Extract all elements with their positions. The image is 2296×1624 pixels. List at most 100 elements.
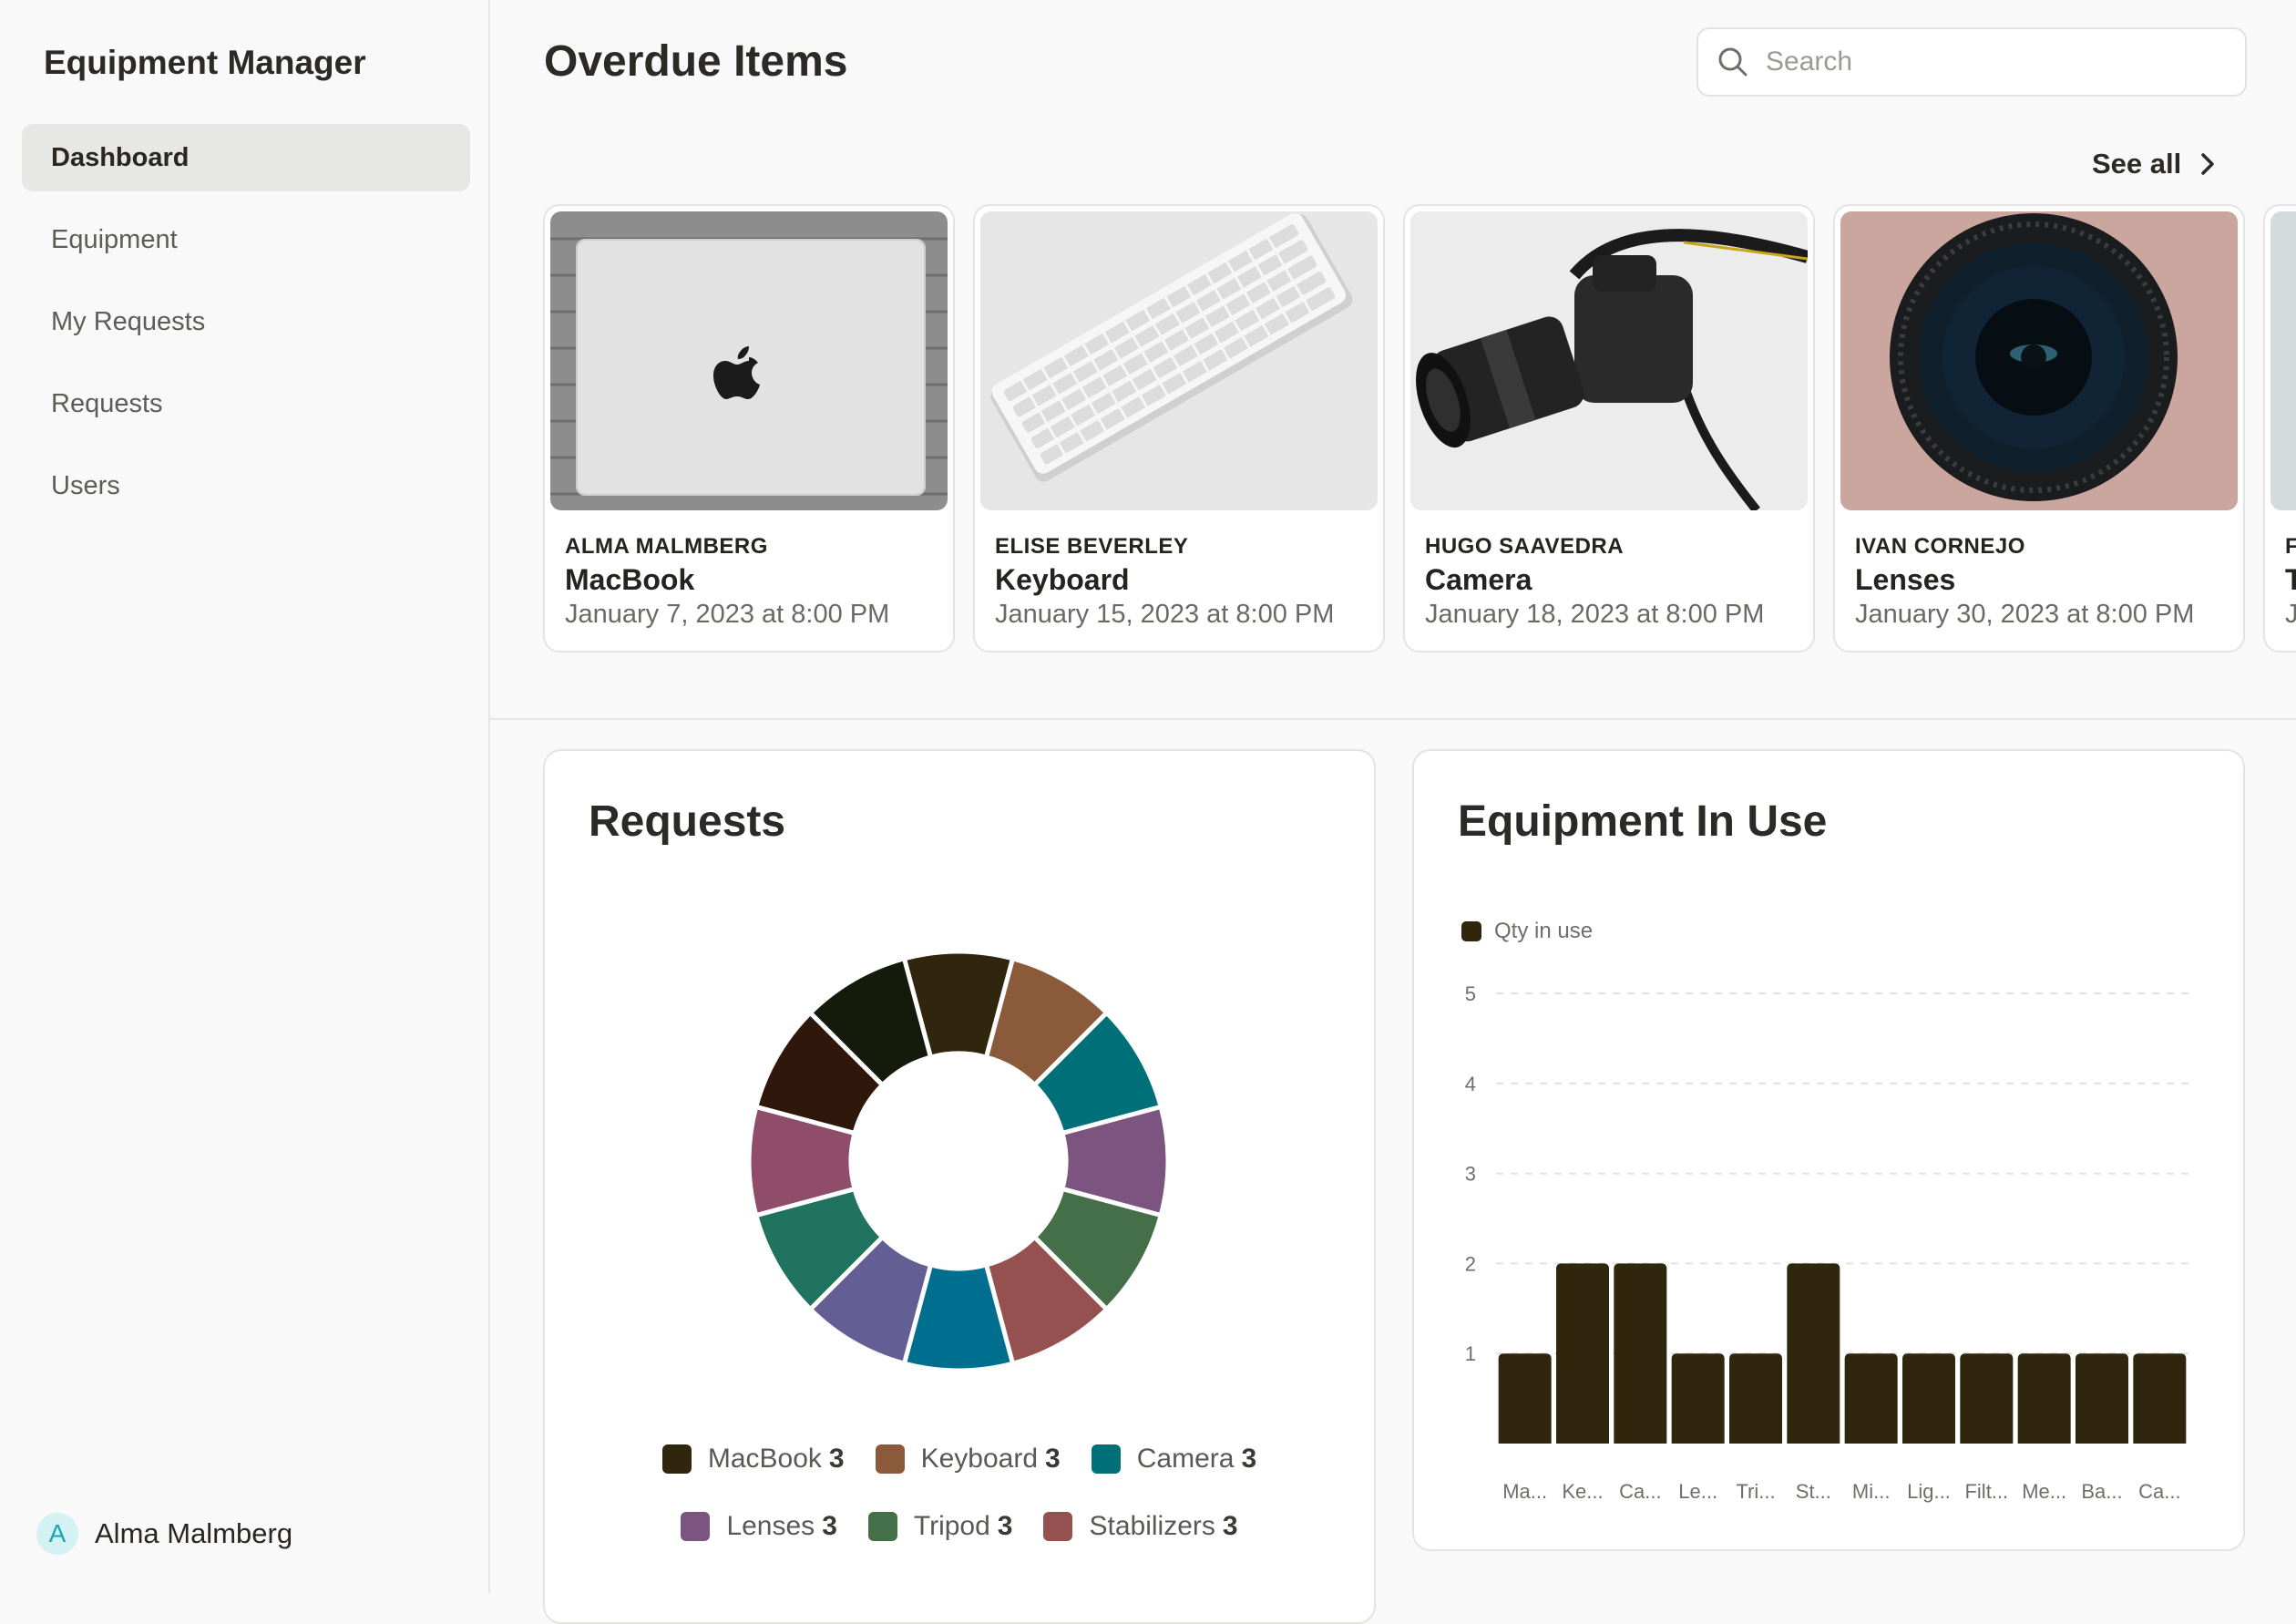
donut-legend-row-1: MacBook 3 Keyboard 3 Camera 3 [545, 1444, 1374, 1475]
app-title: Equipment Manager [44, 44, 366, 81]
y-tick-label: 3 [1465, 1163, 1476, 1186]
bar-10[interactable] [2076, 1353, 2128, 1444]
legend-swatch [867, 1512, 897, 1541]
legend-item-camera[interactable]: Camera 3 [1091, 1444, 1257, 1475]
card-item-name: Lenses [1855, 563, 1956, 596]
legend-item-tripod[interactable]: Tripod 3 [867, 1511, 1013, 1542]
overdue-card-partial[interactable]: F T J [2263, 204, 2296, 653]
see-all-link[interactable]: See all [2092, 144, 2216, 184]
page-title: Overdue Items [544, 37, 848, 86]
chevron-right-icon [2201, 153, 2214, 175]
card-item-name: MacBook [565, 563, 695, 596]
legend-label: Tripod [913, 1511, 990, 1541]
lenses-image [1840, 211, 2238, 510]
equipment-in-use-panel: Equipment In Use Qty in use 1 2 3 4 5 Ma... Ke… [1412, 749, 2245, 1551]
legend-label: Camera [1136, 1444, 1235, 1474]
legend-label: MacBook [707, 1444, 822, 1474]
overdue-card-keyboard[interactable]: ELISE BEVERLEY Keyboard January 15, 2023… [973, 204, 1385, 653]
sidebar-item-equipment[interactable]: Equipment [22, 206, 470, 273]
sidebar-item-my-requests[interactable]: My Requests [22, 288, 470, 355]
card-owner: F [2285, 534, 2296, 560]
legend-count: 3 [997, 1511, 1013, 1541]
x-tick-label: Ke... [1562, 1480, 1603, 1503]
x-tick-label: Tri... [1736, 1480, 1775, 1503]
x-tick-label: St... [1796, 1480, 1831, 1503]
overdue-card-lenses[interactable]: IVAN CORNEJO Lenses January 30, 2023 at … [1833, 204, 2245, 653]
overdue-items-carousel[interactable]: ALMA MALMBERG MacBook January 7, 2023 at… [543, 204, 2296, 654]
legend-count: 3 [1222, 1511, 1238, 1541]
card-due-date: January 30, 2023 at 8:00 PM [1855, 600, 2195, 629]
bar-0[interactable] [1498, 1353, 1552, 1444]
legend-item-macbook[interactable]: MacBook 3 [661, 1444, 845, 1475]
bar-11[interactable] [2133, 1353, 2187, 1444]
bar-3[interactable] [1671, 1353, 1725, 1444]
card-owner: HUGO SAAVEDRA [1425, 534, 1625, 559]
x-tick-label: Ca... [2138, 1480, 2180, 1503]
legend-count: 3 [1045, 1444, 1061, 1474]
bar-8[interactable] [1960, 1353, 2014, 1444]
x-tick-label: Ma... [1502, 1480, 1547, 1503]
y-tick-label: 5 [1465, 982, 1476, 1005]
bar-7[interactable] [1902, 1353, 1955, 1444]
user-profile[interactable]: A Alma Malmberg [36, 1513, 292, 1555]
section-divider [490, 718, 2296, 720]
search-input[interactable] [1764, 46, 2223, 78]
requests-donut-chart [746, 949, 1171, 1373]
card-owner: IVAN CORNEJO [1855, 534, 2025, 559]
bar-4[interactable] [1729, 1353, 1782, 1444]
requests-panel: Requests MacBook 3 Keyboard 3 Camera 3 L… [543, 749, 1376, 1624]
x-tick-label: Ca... [1619, 1480, 1661, 1503]
x-tick-label: Filt... [1964, 1480, 2008, 1503]
x-tick-label: Le... [1678, 1480, 1717, 1503]
y-tick-label: 2 [1465, 1252, 1476, 1275]
keyboard-image [980, 211, 1378, 510]
see-all-label: See all [2092, 148, 2182, 180]
legend-label: Stabilizers [1089, 1511, 1215, 1541]
card-due-date: January 7, 2023 at 8:00 PM [565, 600, 890, 629]
search-icon [1718, 47, 1748, 77]
legend-label: Lenses [726, 1511, 815, 1541]
card-owner: ALMA MALMBERG [565, 534, 768, 559]
x-tick-label: Mi... [1852, 1480, 1891, 1503]
legend-swatch [1091, 1444, 1121, 1474]
x-tick-label: Me... [2022, 1480, 2066, 1503]
y-tick-label: 4 [1465, 1073, 1476, 1095]
legend-label: Keyboard [920, 1444, 1039, 1474]
equipment-bar-chart: 1 2 3 4 5 Ma... Ke... Ca... Le... Tri... St... Mi..… [1465, 982, 2188, 1503]
donut-legend-row-2: Lenses 3 Tripod 3 Stabilizers 3 [545, 1511, 1374, 1542]
user-name: Alma Malmberg [95, 1517, 293, 1549]
camera-image [1410, 211, 1808, 510]
legend-item-keyboard[interactable]: Keyboard 3 [875, 1444, 1061, 1475]
legend-item-stabilizers[interactable]: Stabilizers 3 [1043, 1511, 1238, 1542]
bar-5[interactable] [1787, 1263, 1840, 1444]
card-item-name: Keyboard [995, 563, 1130, 596]
overdue-card-camera[interactable]: HUGO SAAVEDRA Camera January 18, 2023 at… [1403, 204, 1815, 653]
x-tick-label: Lig... [1907, 1480, 1951, 1503]
sidebar-item-requests[interactable]: Requests [22, 370, 470, 437]
sidebar-item-users[interactable]: Users [22, 452, 470, 519]
bar-2[interactable] [1614, 1263, 1667, 1444]
legend-count: 3 [828, 1444, 845, 1474]
card-due-date: January 15, 2023 at 8:00 PM [995, 600, 1335, 629]
legend-item-lenses[interactable]: Lenses 3 [681, 1511, 837, 1542]
overdue-card-macbook[interactable]: ALMA MALMBERG MacBook January 7, 2023 at… [543, 204, 955, 653]
legend-count: 3 [1241, 1444, 1257, 1474]
bar-1[interactable] [1556, 1263, 1609, 1444]
bar-9[interactable] [2017, 1353, 2071, 1444]
card-due-date: January 18, 2023 at 8:00 PM [1425, 600, 1765, 629]
legend-swatch [661, 1444, 692, 1474]
card-item-name: Camera [1425, 563, 1532, 596]
x-tick-label: Ba... [2081, 1480, 2122, 1503]
item-image [2270, 211, 2296, 510]
sidebar-item-dashboard[interactable]: Dashboard [22, 124, 470, 191]
legend-swatch [875, 1444, 905, 1474]
card-due-date: J [2285, 600, 2296, 630]
legend-swatch [1043, 1512, 1073, 1541]
sidebar: Equipment Manager Dashboard Equipment My… [0, 0, 490, 1593]
macbook-image [550, 211, 948, 510]
card-item-name: T [2285, 563, 2296, 597]
bar-6[interactable] [1844, 1353, 1898, 1444]
avatar: A [36, 1513, 78, 1555]
card-owner: ELISE BEVERLEY [995, 534, 1189, 559]
search-box[interactable] [1696, 27, 2247, 97]
